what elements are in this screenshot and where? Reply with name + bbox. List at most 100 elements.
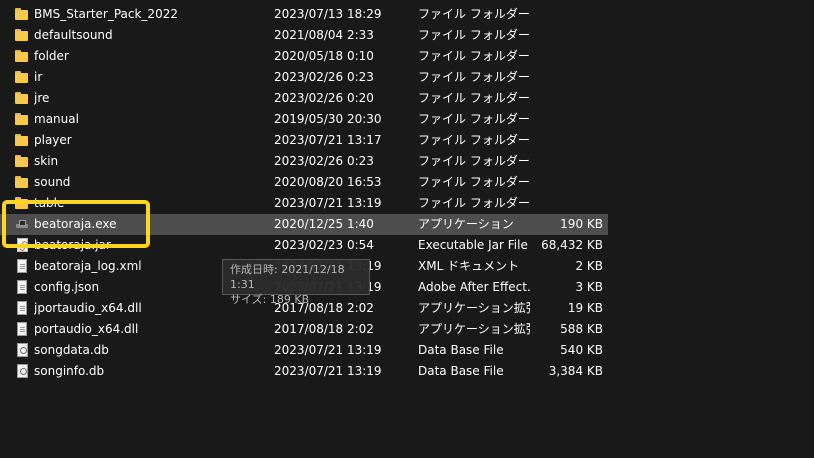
file-size (530, 88, 603, 109)
folder-icon (15, 49, 29, 63)
file-date: 2023/07/21 13:19 (274, 196, 382, 210)
file-type: ファイル フォルダー (418, 175, 530, 189)
file-type: ファイル フォルダー (418, 196, 530, 210)
file-row[interactable]: table 2023/07/21 13:19 ファイル フォルダー (0, 193, 608, 214)
file-row[interactable]: defaultsound 2021/08/04 2:33 ファイル フォルダー (0, 25, 608, 46)
file-size (530, 130, 603, 151)
file-date: 2020/05/18 0:10 (274, 49, 374, 63)
file-name[interactable]: sound (34, 172, 264, 193)
file-name[interactable]: beatoraja.exe (34, 214, 264, 235)
file-name[interactable]: songdata.db (34, 340, 264, 361)
file-row[interactable]: ir 2023/02/26 0:23 ファイル フォルダー (0, 67, 608, 88)
file-row[interactable]: songinfo.db 2023/07/21 13:19 Data Base Fil… (0, 361, 608, 382)
file-icon (17, 280, 27, 294)
file-type: アプリケーション拡張 (418, 322, 530, 336)
file-date: 2020/12/25 1:40 (274, 217, 374, 231)
file-type: アプリケーション拡張 (418, 301, 530, 315)
file-type: ファイル フォルダー (418, 133, 530, 147)
file-type: ファイル フォルダー (418, 28, 530, 42)
tooltip-created-line: 作成日時: 2021/12/18 1:31 (230, 263, 345, 291)
file-name[interactable]: skin (34, 151, 264, 172)
file-name[interactable]: manual (34, 109, 264, 130)
folder-icon (15, 91, 29, 105)
file-row[interactable]: jre 2023/02/26 0:20 ファイル フォルダー (0, 88, 608, 109)
folder-icon (15, 196, 29, 210)
file-row[interactable]: beatoraja.jar 2023/02/23 0:54 Executable J… (0, 235, 608, 256)
file-date: 2023/02/26 0:23 (274, 70, 374, 84)
file-date: 2019/05/30 20:30 (274, 112, 382, 126)
folder-icon (15, 133, 29, 147)
file-date: 2020/08/20 16:53 (274, 175, 382, 189)
file-name[interactable]: beatoraja.jar (34, 235, 264, 256)
file-name[interactable]: BMS_Starter_Pack_2022 (34, 4, 264, 25)
file-type: Data Base File (418, 364, 504, 378)
file-date: 2023/02/23 0:54 (274, 238, 374, 252)
file-row[interactable]: skin 2023/02/26 0:23 ファイル フォルダー (0, 151, 608, 172)
file-date: 2017/08/18 2:02 (274, 322, 374, 336)
file-name[interactable]: defaultsound (34, 25, 264, 46)
file-row[interactable]: manual 2019/05/30 20:30 ファイル フォルダー (0, 109, 608, 130)
file-type: Executable Jar File (418, 238, 528, 252)
file-type: ファイル フォルダー (418, 91, 530, 105)
file-type: Adobe After Effect... (418, 280, 530, 294)
file-name[interactable]: table (34, 193, 264, 214)
file-size: 2 KB (575, 259, 603, 273)
file-size (530, 151, 603, 172)
file-date: 2023/07/21 13:19 (274, 364, 382, 378)
file-name[interactable]: player (34, 130, 264, 151)
file-type: アプリケーション (418, 217, 514, 231)
file-size (530, 46, 603, 67)
file-type: ファイル フォルダー (418, 70, 530, 84)
file-row[interactable]: songdata.db 2023/07/21 13:19 Data Base Fil… (0, 340, 608, 361)
db-icon (17, 364, 28, 378)
file-date: 2023/07/13 18:29 (274, 7, 382, 21)
file-row[interactable]: player 2023/07/21 13:17 ファイル フォルダー (0, 130, 608, 151)
file-tooltip: 作成日時: 2021/12/18 1:31 サイズ: 189 KB (222, 259, 370, 306)
file-type: Data Base File (418, 343, 504, 357)
folder-icon (15, 154, 29, 168)
file-type: ファイル フォルダー (418, 7, 530, 21)
file-icon (17, 301, 27, 315)
jar-icon (17, 238, 28, 252)
file-size: 3,384 KB (548, 364, 603, 378)
file-size: 190 KB (560, 217, 603, 231)
file-size: 3 KB (575, 280, 603, 294)
file-size (530, 109, 603, 130)
file-size (530, 67, 603, 88)
db-icon (17, 343, 28, 357)
file-name[interactable]: portaudio_x64.dll (34, 319, 264, 340)
file-date: 2023/02/26 0:23 (274, 154, 374, 168)
file-name[interactable]: folder (34, 46, 264, 67)
file-date: 2023/02/26 0:20 (274, 91, 374, 105)
file-date: 2023/07/21 13:17 (274, 133, 382, 147)
file-row[interactable]: portaudio_x64.dll 2017/08/18 2:02 アプリケーション… (0, 319, 608, 340)
file-row[interactable]: sound 2020/08/20 16:53 ファイル フォルダー (0, 172, 608, 193)
file-size: 19 KB (567, 301, 603, 315)
file-type: ファイル フォルダー (418, 112, 530, 126)
file-size: 588 KB (560, 322, 603, 336)
file-name[interactable]: jre (34, 88, 264, 109)
file-type: XML ドキュメント (418, 259, 520, 273)
file-date: 2021/08/04 2:33 (274, 28, 374, 42)
file-size (530, 25, 603, 46)
file-type: ファイル フォルダー (418, 49, 530, 63)
file-row[interactable]: folder 2020/05/18 0:10 ファイル フォルダー (0, 46, 608, 67)
file-size: 68,432 KB (541, 238, 603, 252)
file-size (530, 172, 603, 193)
folder-icon (15, 7, 29, 21)
folder-icon (15, 112, 29, 126)
file-size: 540 KB (560, 343, 603, 357)
file-name[interactable]: ir (34, 67, 264, 88)
file-size (530, 4, 603, 25)
folder-icon (15, 175, 29, 189)
file-name[interactable]: songinfo.db (34, 361, 264, 382)
file-row[interactable]: BMS_Starter_Pack_2022 2023/07/13 18:29 ファイ… (0, 4, 608, 25)
tooltip-size-line: サイズ: 189 KB (230, 293, 310, 306)
file-size (530, 193, 603, 214)
folder-icon (15, 28, 29, 42)
file-type: ファイル フォルダー (418, 154, 530, 168)
file-date: 2023/07/21 13:19 (274, 343, 382, 357)
file-icon (17, 259, 27, 273)
exe-icon (15, 217, 29, 231)
file-row[interactable]: beatoraja.exe 2020/12/25 1:40 アプリケーション 190 … (0, 214, 608, 235)
